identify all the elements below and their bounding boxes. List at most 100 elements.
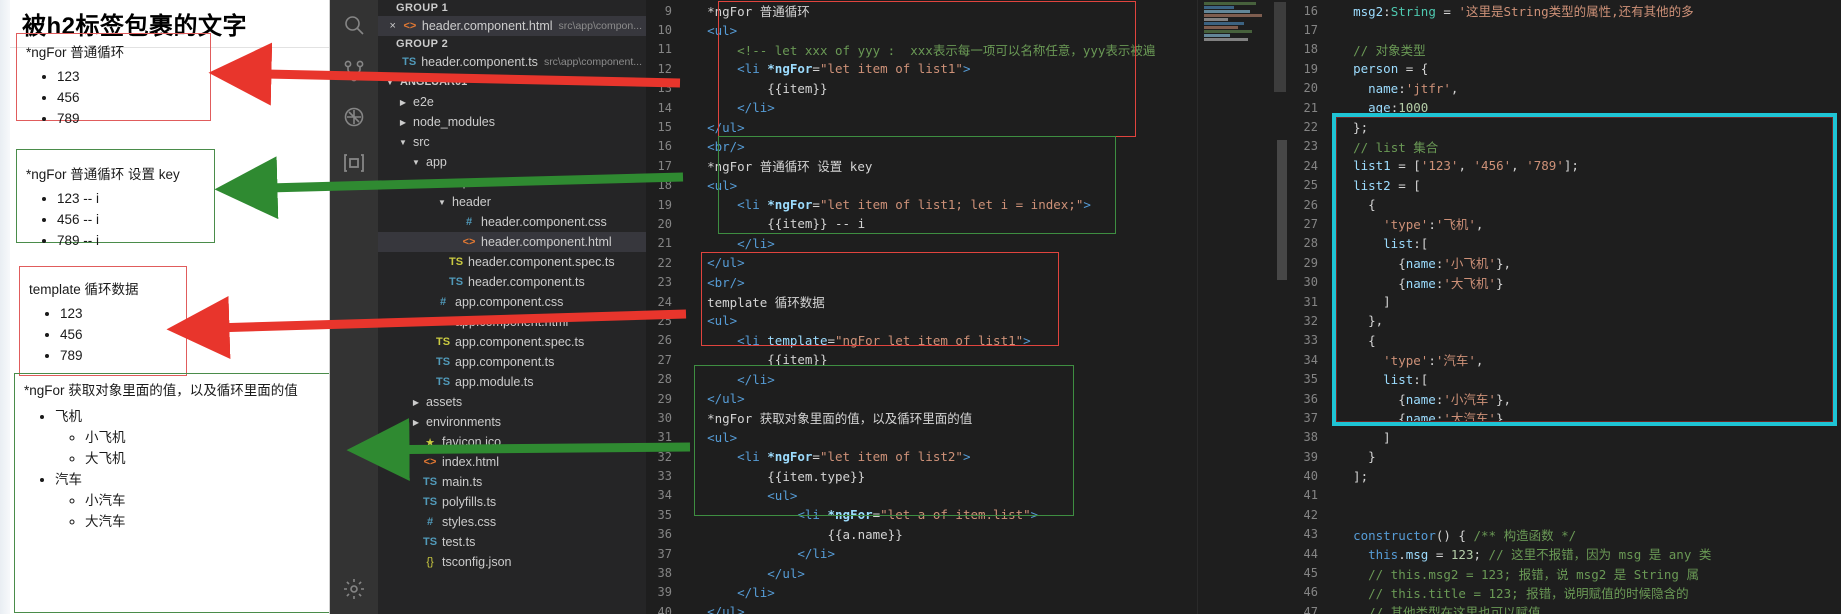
code-line[interactable]: 22 }; <box>1288 117 1841 136</box>
tree-item-tsconfig.json[interactable]: {} tsconfig.json <box>378 552 646 572</box>
code-line[interactable]: 40 ]; <box>1288 466 1841 485</box>
minimap[interactable] <box>1204 2 1278 42</box>
code-line[interactable]: 47 // 其他类型在这里也可以赋值 <box>1288 602 1841 614</box>
code-line[interactable]: 25 list2 = [ <box>1288 176 1841 195</box>
debug-icon[interactable] <box>330 94 378 140</box>
tree-item-polyfills.ts[interactable]: TS polyfills.ts <box>378 492 646 512</box>
chevron-right-icon[interactable]: ▶ <box>410 418 422 427</box>
code-line[interactable]: 44 this.msg = 123; // 这里不报错，因为 msg 是 any… <box>1288 544 1841 563</box>
tree-item-components[interactable]: ▼ components <box>378 172 646 192</box>
chevron-down-icon[interactable]: ▼ <box>423 178 435 187</box>
tree-item-app.component.spec.ts[interactable]: TS app.component.spec.ts <box>378 332 646 352</box>
code-line[interactable]: 20 {{item}} -- i <box>646 214 1197 233</box>
code-line[interactable]: 24 template 循环数据 <box>646 292 1197 311</box>
search-icon[interactable] <box>330 2 378 48</box>
tree-item-app.module.ts[interactable]: TS app.module.ts <box>378 372 646 392</box>
code-line[interactable]: 36 {{a.name}} <box>646 525 1197 544</box>
tree-item-header.component.css[interactable]: # header.component.css <box>378 212 646 232</box>
code-line[interactable]: 21 age:1000 <box>1288 98 1841 117</box>
code-line[interactable]: 27 'type':'飞机', <box>1288 214 1841 233</box>
tree-item-app.component.html[interactable]: <> app.component.html <box>378 312 646 332</box>
code-line[interactable]: 32 <li *ngFor="let item of list2"> <box>646 447 1197 466</box>
chevron-right-icon[interactable]: ▶ <box>410 398 422 407</box>
code-line[interactable]: 41 <box>1288 486 1841 505</box>
code-line[interactable]: 25 <ul> <box>646 311 1197 330</box>
code-line[interactable]: 17 <box>1288 20 1841 39</box>
code-line[interactable]: 29 </ul> <box>646 389 1197 408</box>
tree-item-app.component.css[interactable]: # app.component.css <box>378 292 646 312</box>
tree-item-index.html[interactable]: <> index.html <box>378 452 646 472</box>
code-line[interactable]: 23 <br/> <box>646 272 1197 291</box>
source-control-icon[interactable] <box>330 48 378 94</box>
close-icon[interactable]: × <box>378 20 395 32</box>
tree-item-header.component.spec.ts[interactable]: TS header.component.spec.ts <box>378 252 646 272</box>
code-line[interactable]: 32 }, <box>1288 311 1841 330</box>
tree-item-environments[interactable]: ▶ environments <box>378 412 646 432</box>
tree-item-assets[interactable]: ▶ assets <box>378 392 646 412</box>
tree-item-node_modules[interactable]: ▶ node_modules <box>378 112 646 132</box>
code-line[interactable]: 38 ] <box>1288 428 1841 447</box>
html-code-area[interactable]: 9 *ngFor 普通循环 10 <ul> 11 <!-- let xxx of… <box>646 0 1197 614</box>
scrollbar-thumb[interactable] <box>1277 140 1287 280</box>
code-line[interactable]: 42 <box>1288 505 1841 524</box>
code-line[interactable]: 37 {name:'大汽车'} <box>1288 408 1841 427</box>
code-line[interactable]: 35 <li *ngFor="let a of item.list"> <box>646 505 1197 524</box>
code-line[interactable]: 19 person = { <box>1288 59 1841 78</box>
tree-item-e2e[interactable]: ▶ e2e <box>378 92 646 112</box>
code-line[interactable]: 43 constructor() { /** 构造函数 */ <box>1288 525 1841 544</box>
tree-item-app[interactable]: ▼ app <box>378 152 646 172</box>
chevron-down-icon[interactable]: ▼ <box>410 158 422 167</box>
ts-code-area[interactable]: 16 msg2:String = '这里是String类型的属性,还有其他的多 … <box>1288 0 1841 614</box>
code-line[interactable]: 18 // 对象类型 <box>1288 40 1841 59</box>
open-editor-header.component.html[interactable]: × <> header.component.html src\app\compo… <box>378 16 646 36</box>
code-line[interactable]: 9 *ngFor 普通循环 <box>646 1 1197 20</box>
code-line[interactable]: 29 {name:'小飞机'}, <box>1288 253 1841 272</box>
explorer-sidebar[interactable]: GROUP 1 × <> header.component.html src\a… <box>378 0 646 614</box>
code-line[interactable]: 30 {name:'大飞机'} <box>1288 272 1841 291</box>
code-line[interactable]: 31 <ul> <box>646 428 1197 447</box>
chevron-down-icon[interactable]: ▼ <box>397 138 409 147</box>
chevron-down-icon[interactable]: ▼ <box>436 198 448 207</box>
chevron-right-icon[interactable]: ▶ <box>397 98 409 107</box>
code-line[interactable]: 10 <ul> <box>646 20 1197 39</box>
code-line[interactable]: 14 </li> <box>646 98 1197 117</box>
minimap-column[interactable] <box>1198 0 1288 614</box>
code-line[interactable]: 33 {{item.type}} <box>646 466 1197 485</box>
code-line[interactable]: 15 </ul> <box>646 117 1197 136</box>
tree-item-test.ts[interactable]: TS test.ts <box>378 532 646 552</box>
code-line[interactable]: 35 list:[ <box>1288 369 1841 388</box>
code-line[interactable]: 13 {{item}} <box>646 79 1197 98</box>
tree-item-favicon.ico[interactable]: ★ favicon.ico <box>378 432 646 452</box>
code-line[interactable]: 40 </ul> <box>646 602 1197 614</box>
code-line[interactable]: 16 <br/> <box>646 137 1197 156</box>
editor-header-component-ts[interactable]: 16 msg2:String = '这里是String类型的属性,还有其他的多 … <box>1288 0 1841 614</box>
code-line[interactable]: 38 </ul> <box>646 563 1197 582</box>
code-line[interactable]: 26 <li template="ngFor let item of list1… <box>646 331 1197 350</box>
chevron-right-icon[interactable]: ▶ <box>397 118 409 127</box>
code-line[interactable]: 34 <ul> <box>646 486 1197 505</box>
code-line[interactable]: 23 // list 集合 <box>1288 137 1841 156</box>
code-line[interactable]: 46 // this.title = 123; 报错，说明赋值的时候隐含的 <box>1288 583 1841 602</box>
tree-item-header.component.html[interactable]: <> header.component.html <box>378 232 646 252</box>
settings-gear-icon[interactable] <box>330 566 378 612</box>
tree-item-main.ts[interactable]: TS main.ts <box>378 472 646 492</box>
code-line[interactable]: 34 'type':'汽车', <box>1288 350 1841 369</box>
explorer-tree[interactable]: GROUP 1 × <> header.component.html src\a… <box>378 0 646 572</box>
tree-item-header[interactable]: ▼ header <box>378 192 646 212</box>
extensions-icon[interactable] <box>330 140 378 186</box>
code-line[interactable]: 19 <li *ngFor="let item of list1; let i … <box>646 195 1197 214</box>
tree-item-header.component.ts[interactable]: TS header.component.ts <box>378 272 646 292</box>
code-line[interactable]: 20 name:'jtfr', <box>1288 79 1841 98</box>
code-line[interactable]: 27 {{item}} <box>646 350 1197 369</box>
code-line[interactable]: 28 </li> <box>646 369 1197 388</box>
code-line[interactable]: 26 { <box>1288 195 1841 214</box>
code-line[interactable]: 37 </li> <box>646 544 1197 563</box>
tree-item-styles.css[interactable]: # styles.css <box>378 512 646 532</box>
code-line[interactable]: 30 *ngFor 获取对象里面的值，以及循环里面的值 <box>646 408 1197 427</box>
code-line[interactable]: 18 <ul> <box>646 176 1197 195</box>
code-line[interactable]: 45 // this.msg2 = 123; 报错，说 msg2 是 Strin… <box>1288 563 1841 582</box>
code-line[interactable]: 21 </li> <box>646 234 1197 253</box>
editor-scrollbar[interactable] <box>1276 0 1288 614</box>
code-line[interactable]: 16 msg2:String = '这里是String类型的属性,还有其他的多 <box>1288 1 1841 20</box>
open-editor-header.component.ts[interactable]: TS header.component.ts src\app\component… <box>378 52 646 72</box>
